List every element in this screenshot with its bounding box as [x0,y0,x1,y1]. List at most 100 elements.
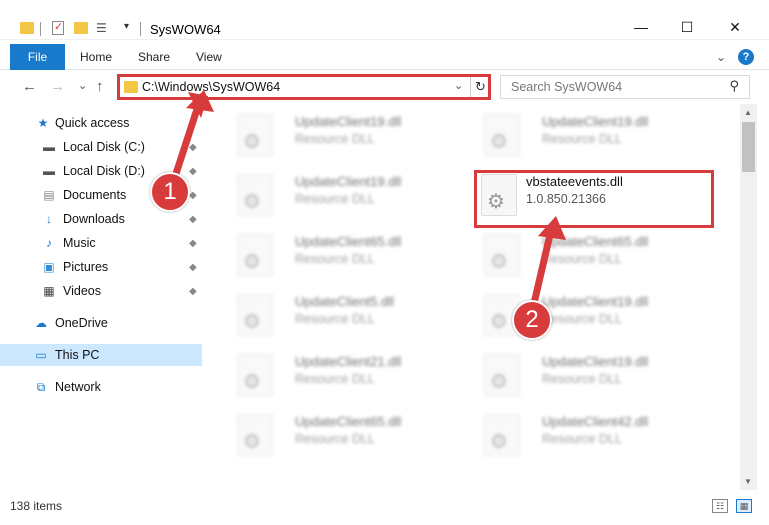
drive-icon: ▬ [43,164,55,178]
forward-button[interactable]: → [50,78,65,95]
sidebar-item-pictures[interactable]: ▣ Pictures ◆ [0,256,202,278]
sidebar-item-network[interactable]: ⧉ Network [0,376,202,398]
file-item[interactable]: ⚙ UpdateClient19.dll Resource DLL [474,112,714,158]
search-icon[interactable]: ⚲ [729,78,739,94]
sidebar-item-label: Documents [63,188,127,202]
pin-icon[interactable]: ◆ [189,190,197,201]
scroll-up-icon[interactable]: ▲ [744,108,752,117]
sidebar-item-onedrive[interactable]: ☁ OneDrive [0,312,202,334]
sidebar-item-label: Network [55,380,101,394]
computer-icon: ▭ [35,348,47,362]
dll-file-icon: ⚙ [237,414,273,456]
refresh-button[interactable]: ↻ [470,77,490,97]
address-dropdown-icon[interactable]: ⌄ [454,79,463,92]
back-button[interactable]: ← [22,78,37,95]
close-button[interactable]: ✕ [712,14,758,40]
navigation-bar: ← → ⌄ ↑ C:\Windows\SysWOW64 ⌄ ↻ Search S… [0,70,769,104]
tab-home[interactable]: Home [80,44,112,70]
scroll-down-icon[interactable]: ▼ [744,477,752,486]
dll-file-icon: ⚙ [237,294,273,336]
file-item[interactable]: ⚙ UpdateClient65.dll Resource DLL [474,232,714,278]
file-name: UpdateClient65.dll [295,234,402,249]
file-item[interactable]: ⚙ UpdateClient21.dll Resource DLL [227,352,467,398]
folder-icon[interactable] [20,22,34,34]
dll-file-icon: ⚙ [237,114,273,156]
expand-ribbon-icon[interactable]: ⌄ [716,50,726,64]
pin-icon[interactable]: ◆ [189,238,197,249]
sidebar-item-label: Music [63,236,96,250]
pin-icon[interactable]: ◆ [189,142,197,153]
scrollbar-thumb[interactable] [742,122,755,172]
address-bar[interactable]: C:\Windows\SysWOW64 ⌄ ↻ [117,74,491,100]
gear-icon: ⚙ [490,251,508,273]
pin-icon[interactable]: ◆ [189,166,197,177]
file-item[interactable]: ⚙ UpdateClient19.dll Resource DLL [227,172,467,218]
pin-icon[interactable]: ◆ [189,262,197,273]
minimize-button[interactable]: — [618,14,664,40]
gear-icon: ⚙ [490,431,508,453]
file-name: UpdateClient5.dll [295,294,395,309]
tab-file[interactable]: File [10,44,65,70]
address-path[interactable]: C:\Windows\SysWOW64 [142,80,280,94]
file-item[interactable]: ⚙ UpdateClient65.dll Resource DLL [227,412,467,458]
navigation-pane: ★ Quick access ▬ Local Disk (C:) ◆ ▬ Loc… [0,108,205,490]
file-description: Resource DLL [542,132,622,146]
dll-file-icon: ⚙ [237,174,273,216]
up-button[interactable]: ↑ [96,78,104,95]
details-view-icon[interactable]: ☷ [712,499,728,513]
sidebar-item-label: Local Disk (D:) [63,164,145,178]
sidebar-item-label: OneDrive [55,316,108,330]
file-description: Resource DLL [295,312,375,326]
customize-toolbar-icon[interactable]: ☰ [96,21,110,37]
gear-icon: ⚙ [243,191,261,213]
sidebar-item-label: Downloads [63,212,125,226]
recent-locations-button[interactable]: ⌄ [78,79,87,92]
new-folder-icon[interactable] [74,22,88,34]
dll-file-icon: ⚙ [237,354,273,396]
dll-file-icon: ⚙ [484,234,520,276]
sidebar-item-quick-access[interactable]: ★ Quick access [0,112,202,134]
file-description: Resource DLL [295,132,375,146]
sidebar-item-label: Videos [63,284,101,298]
gear-icon: ⚙ [243,371,261,393]
item-count: 138 items [10,499,63,513]
search-placeholder: Search SysWOW64 [511,80,623,94]
network-icon: ⧉ [36,379,46,394]
file-name: UpdateClient19.dll [295,114,402,129]
file-item[interactable]: ⚙ UpdateClient65.dll Resource DLL [227,232,467,278]
status-bar: 138 items ☷ ▦ [0,490,769,525]
pin-icon[interactable]: ◆ [189,214,197,225]
vertical-scrollbar[interactable]: ▲ ▼ [740,104,757,490]
gear-icon: ⚙ [490,311,508,333]
sidebar-item-videos[interactable]: ▦ Videos ◆ [0,280,202,302]
tab-view[interactable]: View [196,44,222,70]
large-icons-view-icon[interactable]: ▦ [736,499,752,513]
gear-icon: ⚙ [490,371,508,393]
file-item[interactable]: ⚙ UpdateClient42.dll Resource DLL [474,412,714,458]
file-item[interactable]: ⚙ UpdateClient19.dll Resource DLL [474,292,714,338]
search-input[interactable]: Search SysWOW64 ⚲ [500,75,750,99]
file-item[interactable]: ⚙ UpdateClient19.dll Resource DLL [227,112,467,158]
help-icon[interactable]: ? [738,49,754,65]
file-description: Resource DLL [295,432,375,446]
tab-share[interactable]: Share [138,44,170,70]
download-icon: ↓ [46,212,52,226]
file-description: Resource DLL [542,372,622,386]
folder-icon [124,81,138,93]
file-name: UpdateClient19.dll [542,294,649,309]
properties-icon[interactable]: ✓ [52,21,64,35]
file-item[interactable]: ⚙ UpdateClient19.dll Resource DLL [474,352,714,398]
gear-icon: ⚙ [243,251,261,273]
file-description: Resource DLL [542,252,622,266]
file-item[interactable]: ⚙ UpdateClient5.dll Resource DLL [227,292,467,338]
pictures-icon: ▣ [43,260,55,274]
sidebar-item-local-disk-c[interactable]: ▬ Local Disk (C:) ◆ [0,136,202,158]
sidebar-item-label: Pictures [63,260,109,274]
maximize-button[interactable]: ☐ [664,14,710,40]
pin-icon[interactable]: ◆ [189,286,197,297]
sidebar-item-music[interactable]: ♪ Music ◆ [0,232,202,254]
videos-icon: ▦ [43,284,55,298]
file-description: Resource DLL [542,312,622,326]
qat-dropdown-icon[interactable]: ▾ [124,21,138,37]
sidebar-item-this-pc[interactable]: ▭ This PC [0,344,202,366]
